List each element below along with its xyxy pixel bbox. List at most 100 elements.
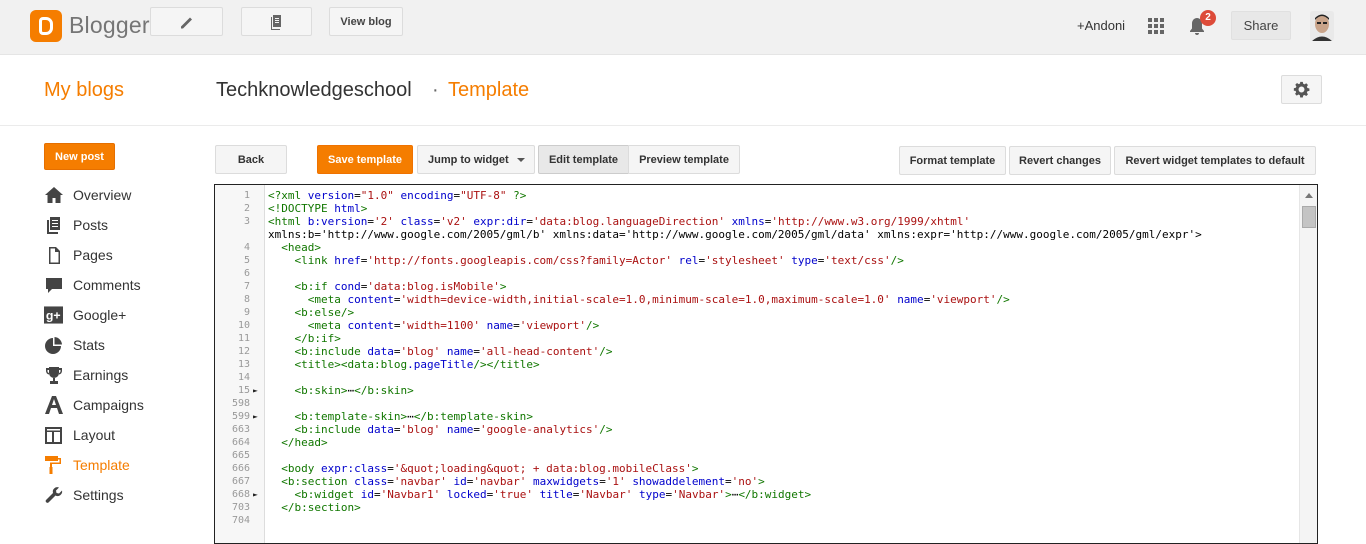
- code-text: <title><data:blog.pageTitle/></title>: [294, 358, 540, 371]
- line-number: 667: [231, 476, 250, 487]
- line-number: 11: [237, 333, 250, 344]
- code-text: <b:template-skin>⋯</b:template-skin>: [294, 410, 533, 423]
- line-number: 15: [237, 385, 250, 396]
- sidebar-item-campaigns[interactable]: Campaigns: [44, 393, 194, 417]
- paint-roller-icon: [44, 456, 63, 475]
- code-line[interactable]: 599 ► <b:template-skin>⋯</b:template-skin…: [215, 410, 1299, 423]
- code-line[interactable]: 666 <body expr:class='&quot;loading&quot…: [215, 462, 1299, 475]
- code-line[interactable]: 703 </b:section>: [215, 501, 1299, 514]
- sidebar-item-label: Posts: [73, 217, 109, 233]
- apps-grid-icon[interactable]: [1148, 18, 1165, 35]
- line-number: 8: [243, 294, 250, 305]
- line-number: 704: [231, 515, 250, 526]
- home-icon: [44, 186, 63, 205]
- scroll-up-arrow-icon[interactable]: [1305, 193, 1313, 198]
- template-code-editor[interactable]: 1 <?xml version="1.0" encoding="UTF-8" ?>…: [214, 184, 1318, 544]
- scrollbar-thumb[interactable]: [1302, 206, 1316, 228]
- fold-arrow-icon[interactable]: ►: [253, 384, 258, 397]
- sidebar-item-template[interactable]: Template: [44, 453, 194, 477]
- campaigns-icon: [44, 396, 63, 415]
- chevron-down-icon: [517, 158, 525, 162]
- sidebar-item-posts[interactable]: Posts: [44, 213, 194, 237]
- fold-arrow-icon[interactable]: ►: [253, 488, 258, 501]
- fold-arrow-icon[interactable]: ►: [253, 410, 258, 423]
- code-line[interactable]: 14: [215, 371, 1299, 384]
- sidebar-item-overview[interactable]: Overview: [44, 183, 194, 207]
- jump-to-widget-dropdown[interactable]: Jump to widget: [417, 145, 535, 174]
- sidebar-item-pages[interactable]: Pages: [44, 243, 194, 267]
- posts-list-button[interactable]: [241, 7, 312, 36]
- code-line[interactable]: 3 <html b:version='2' class='v2' expr:dir…: [215, 215, 1299, 228]
- code-line[interactable]: 668 ► <b:widget id='Navbar1' locked='true…: [215, 488, 1299, 501]
- editor-scrollbar[interactable]: [1299, 185, 1317, 543]
- view-blog-button[interactable]: View blog: [329, 7, 403, 36]
- stats-icon: [44, 336, 63, 355]
- comments-icon: [44, 276, 63, 295]
- code-line[interactable]: 12 <b:include data='blog' name='all-head…: [215, 345, 1299, 358]
- my-blogs-link[interactable]: My blogs: [44, 79, 124, 102]
- sidebar-item-label: Campaigns: [73, 397, 144, 413]
- code-lines: 1 <?xml version="1.0" encoding="UTF-8" ?>…: [215, 189, 1299, 527]
- code-text: <head>: [281, 241, 321, 254]
- sidebar-item-label: Layout: [73, 427, 116, 443]
- settings-gear-button[interactable]: [1281, 75, 1322, 104]
- line-number: 703: [231, 502, 250, 513]
- code-line[interactable]: 8 <meta content='width=device-width,init…: [215, 293, 1299, 306]
- code-text: <b:if cond='data:blog.isMobile'>: [294, 280, 507, 293]
- code-line[interactable]: 704: [215, 514, 1299, 527]
- preview-template-button[interactable]: Preview template: [628, 145, 740, 174]
- blogger-logo-icon[interactable]: [30, 10, 62, 42]
- line-number: 2: [243, 203, 250, 214]
- avatar[interactable]: [1310, 11, 1334, 41]
- logo-text[interactable]: Blogger: [69, 12, 150, 39]
- save-template-button[interactable]: Save template: [317, 145, 413, 174]
- code-line[interactable]: 664 </head>: [215, 436, 1299, 449]
- revert-widget-templates-button[interactable]: Revert widget templates to default: [1114, 146, 1316, 175]
- code-line[interactable]: 665: [215, 449, 1299, 462]
- code-line[interactable]: 7 <b:if cond='data:blog.isMobile'>: [215, 280, 1299, 293]
- blog-name[interactable]: Techknowledgeschool: [216, 79, 412, 102]
- sidebar-item-comments[interactable]: Comments: [44, 273, 194, 297]
- code-line[interactable]: 667 <b:section class='navbar' id='navbar…: [215, 475, 1299, 488]
- user-name-link[interactable]: +Andoni: [1077, 18, 1125, 33]
- code-line[interactable]: 598: [215, 397, 1299, 410]
- code-text: <b:widget id='Navbar1' locked='true' tit…: [294, 488, 812, 501]
- code-text: <link href='http://fonts.googleapis.com/…: [294, 254, 904, 267]
- line-number: 14: [237, 372, 250, 383]
- code-line[interactable]: 663 <b:include data='blog' name='google-…: [215, 423, 1299, 436]
- sidebar-item-earnings[interactable]: Earnings: [44, 363, 194, 387]
- sidebar-item-stats[interactable]: Stats: [44, 333, 194, 357]
- code-text: <b:section class='navbar' id='navbar' ma…: [281, 475, 765, 488]
- code-line[interactable]: 13 <title><data:blog.pageTitle/></title>: [215, 358, 1299, 371]
- format-template-button[interactable]: Format template: [899, 146, 1006, 175]
- jump-to-widget-label: Jump to widget: [428, 153, 509, 166]
- pages-icon: [44, 246, 63, 265]
- line-number: 599: [231, 411, 250, 422]
- new-post-button[interactable]: New post: [44, 143, 115, 170]
- code-text: <?xml version="1.0" encoding="UTF-8" ?>: [268, 189, 527, 202]
- code-line[interactable]: 2 <!DOCTYPE html>: [215, 202, 1299, 215]
- code-text: </b:section>: [281, 501, 361, 514]
- code-line[interactable]: 9 <b:else/>: [215, 306, 1299, 319]
- code-line[interactable]: 6: [215, 267, 1299, 280]
- line-number: 668: [231, 489, 250, 500]
- code-text: <b:include data='blog' name='google-anal…: [294, 423, 613, 436]
- code-line[interactable]: 11 </b:if>: [215, 332, 1299, 345]
- code-line[interactable]: 1 <?xml version="1.0" encoding="UTF-8" ?>: [215, 189, 1299, 202]
- code-line[interactable]: 15 ► <b:skin>⋯</b:skin>: [215, 384, 1299, 397]
- code-line[interactable]: 4 <head>: [215, 241, 1299, 254]
- line-number: 663: [231, 424, 250, 435]
- share-button[interactable]: Share: [1231, 11, 1291, 40]
- sidebar-item-layout[interactable]: Layout: [44, 423, 194, 447]
- code-line[interactable]: 5 <link href='http://fonts.googleapis.co…: [215, 254, 1299, 267]
- line-number: 3: [243, 216, 250, 227]
- back-button[interactable]: Back: [215, 145, 287, 174]
- sidebar-item-google-plus[interactable]: g+ Google+: [44, 303, 194, 327]
- new-post-pencil-button[interactable]: [150, 7, 223, 36]
- sidebar-item-settings[interactable]: Settings: [44, 483, 194, 507]
- code-line[interactable]: xmlns:b='http://www.google.com/2005/gml/…: [215, 228, 1299, 241]
- code-line[interactable]: 10 <meta content='width=1100' name='view…: [215, 319, 1299, 332]
- edit-template-button[interactable]: Edit template: [538, 145, 629, 174]
- code-text: </b:if>: [294, 332, 341, 345]
- revert-changes-button[interactable]: Revert changes: [1009, 146, 1111, 175]
